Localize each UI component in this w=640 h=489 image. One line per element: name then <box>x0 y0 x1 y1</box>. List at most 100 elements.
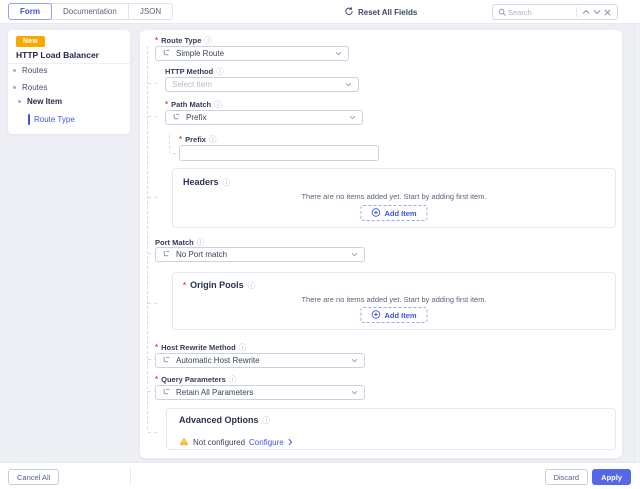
apply-button[interactable]: Apply <box>592 469 631 485</box>
cancel-all-button[interactable]: Cancel All <box>8 469 59 485</box>
indent-guide <box>148 294 157 304</box>
required-marker: * <box>155 344 158 352</box>
oneof-branch-icon <box>162 246 171 264</box>
http-method-label: HTTP Method <box>165 68 213 76</box>
search-next-button[interactable] <box>591 6 602 18</box>
tab-json[interactable]: JSON <box>128 3 173 20</box>
advanced-options-status-row: Not configured Configure <box>179 433 293 451</box>
reset-icon <box>344 6 354 18</box>
sidebar-item-routes-1[interactable]: Routes <box>13 64 47 76</box>
info-icon[interactable]: ⓘ <box>229 376 237 384</box>
discard-button[interactable]: Discard <box>545 469 588 485</box>
add-item-label: Add Item <box>384 311 416 320</box>
http-method-placeholder: Select Item <box>172 80 212 89</box>
headers-add-item-button[interactable]: Add Item <box>360 205 427 221</box>
headers-title: Headers <box>183 178 219 187</box>
search-close-button[interactable] <box>602 6 613 18</box>
topbar: Form Documentation JSON Reset All Fields <box>0 0 640 24</box>
query-parameters-select[interactable]: Retain All Parameters <box>155 385 365 400</box>
indent-guide <box>148 74 157 84</box>
new-badge: New <box>16 36 45 47</box>
indent-guide <box>148 423 157 433</box>
tab-form[interactable]: Form <box>8 3 52 20</box>
sidebar-item-label: Routes <box>22 66 47 75</box>
route-type-label: Route Type <box>161 37 201 45</box>
headers-title-row: Headers ⓘ <box>183 178 230 187</box>
headers-section: Headers ⓘ There are no items added yet. … <box>172 168 616 228</box>
origin-pools-section: * Origin Pools ⓘ There are no items adde… <box>172 272 616 330</box>
advanced-options-section: Advanced Options ⓘ Not configured Config… <box>166 408 616 450</box>
required-marker: * <box>155 376 158 384</box>
scrollbar-track[interactable] <box>634 24 640 462</box>
port-match-label: Port Match <box>155 239 194 247</box>
oneof-branch-icon <box>162 45 171 63</box>
selected-indicator <box>28 114 30 125</box>
sidebar-item-label: Routes <box>22 83 47 92</box>
view-tabs: Form Documentation JSON <box>8 3 173 20</box>
info-icon[interactable]: ⓘ <box>248 282 256 290</box>
sidebar-item-routes-2[interactable]: Routes <box>13 81 47 93</box>
sidebar-item-label: Route Type <box>34 115 75 124</box>
path-match-label: Path Match <box>171 101 211 109</box>
sidebar-title: HTTP Load Balancer <box>16 50 99 60</box>
chevron-down-icon <box>351 358 358 363</box>
search-prev-button[interactable] <box>580 6 591 18</box>
divider <box>576 7 577 17</box>
sidebar-item-label: New Item <box>27 97 62 106</box>
search-box <box>492 4 618 20</box>
prefix-input-wrap <box>179 145 379 161</box>
tab-documentation[interactable]: Documentation <box>51 3 129 20</box>
query-parameters-label: Query Parameters <box>161 376 226 384</box>
info-icon[interactable]: ⓘ <box>214 101 222 109</box>
info-icon[interactable]: ⓘ <box>239 344 247 352</box>
prefix-label-row: * Prefix ⓘ <box>179 135 216 144</box>
oneof-branch-icon <box>162 352 171 370</box>
app-window: Form Documentation JSON Reset All Fields <box>0 0 640 489</box>
origin-pools-title-row: * Origin Pools ⓘ <box>183 281 255 290</box>
info-icon[interactable]: ⓘ <box>223 179 231 187</box>
port-match-select[interactable]: No Port match <box>155 247 365 262</box>
host-rewrite-select[interactable]: Automatic Host Rewrite <box>155 353 365 368</box>
advanced-options-configure-link[interactable]: Configure <box>249 438 284 447</box>
path-match-value: Prefix <box>186 113 206 122</box>
indent-guide <box>169 133 177 154</box>
info-icon[interactable]: ⓘ <box>263 417 271 425</box>
footer-bar: Cancel All Discard Apply <box>0 462 640 489</box>
tree-bullet-icon <box>13 69 16 72</box>
info-icon[interactable]: ⓘ <box>197 239 205 247</box>
required-marker: * <box>179 136 182 144</box>
advanced-options-status: Not configured <box>193 438 245 447</box>
chevron-right-icon[interactable] <box>288 433 293 451</box>
sidebar-item-new-item[interactable]: New Item <box>18 95 62 107</box>
oneof-branch-icon <box>162 384 171 402</box>
info-icon[interactable]: ⓘ <box>216 68 224 76</box>
prefix-input[interactable] <box>180 150 378 164</box>
form-card: * Route Type ⓘ Simple Route HTTP Method … <box>140 30 622 458</box>
tree-bullet-icon <box>18 100 21 103</box>
http-method-label-row: HTTP Method ⓘ <box>165 67 224 76</box>
reset-all-fields-label: Reset All Fields <box>358 8 417 17</box>
advanced-options-title-row: Advanced Options ⓘ <box>179 416 270 425</box>
info-icon[interactable]: ⓘ <box>204 37 212 45</box>
headers-empty-text: There are no items added yet. Start by a… <box>173 192 615 201</box>
search-input[interactable] <box>508 8 573 17</box>
sidebar-card: New HTTP Load Balancer Routes Routes New… <box>8 30 130 134</box>
chevron-down-icon <box>351 390 358 395</box>
origin-pools-add-item-button[interactable]: Add Item <box>360 307 427 323</box>
divider <box>130 466 131 486</box>
path-match-select[interactable]: Prefix <box>165 110 363 125</box>
required-marker: * <box>183 282 186 290</box>
search-icon <box>497 6 508 18</box>
indent-guide <box>148 107 157 117</box>
sidebar-item-route-type[interactable]: Route Type <box>34 113 75 125</box>
chevron-down-icon <box>349 115 356 120</box>
required-marker: * <box>165 101 168 109</box>
route-type-select[interactable]: Simple Route <box>155 46 349 61</box>
origin-pools-empty-text: There are no items added yet. Start by a… <box>173 295 615 304</box>
reset-all-fields-button[interactable]: Reset All Fields <box>344 4 417 20</box>
indent-guide <box>148 188 157 198</box>
http-method-select[interactable]: Select Item <box>165 77 359 92</box>
info-icon[interactable]: ⓘ <box>209 136 217 144</box>
chevron-down-icon <box>345 82 352 87</box>
indent-guide <box>147 46 148 429</box>
